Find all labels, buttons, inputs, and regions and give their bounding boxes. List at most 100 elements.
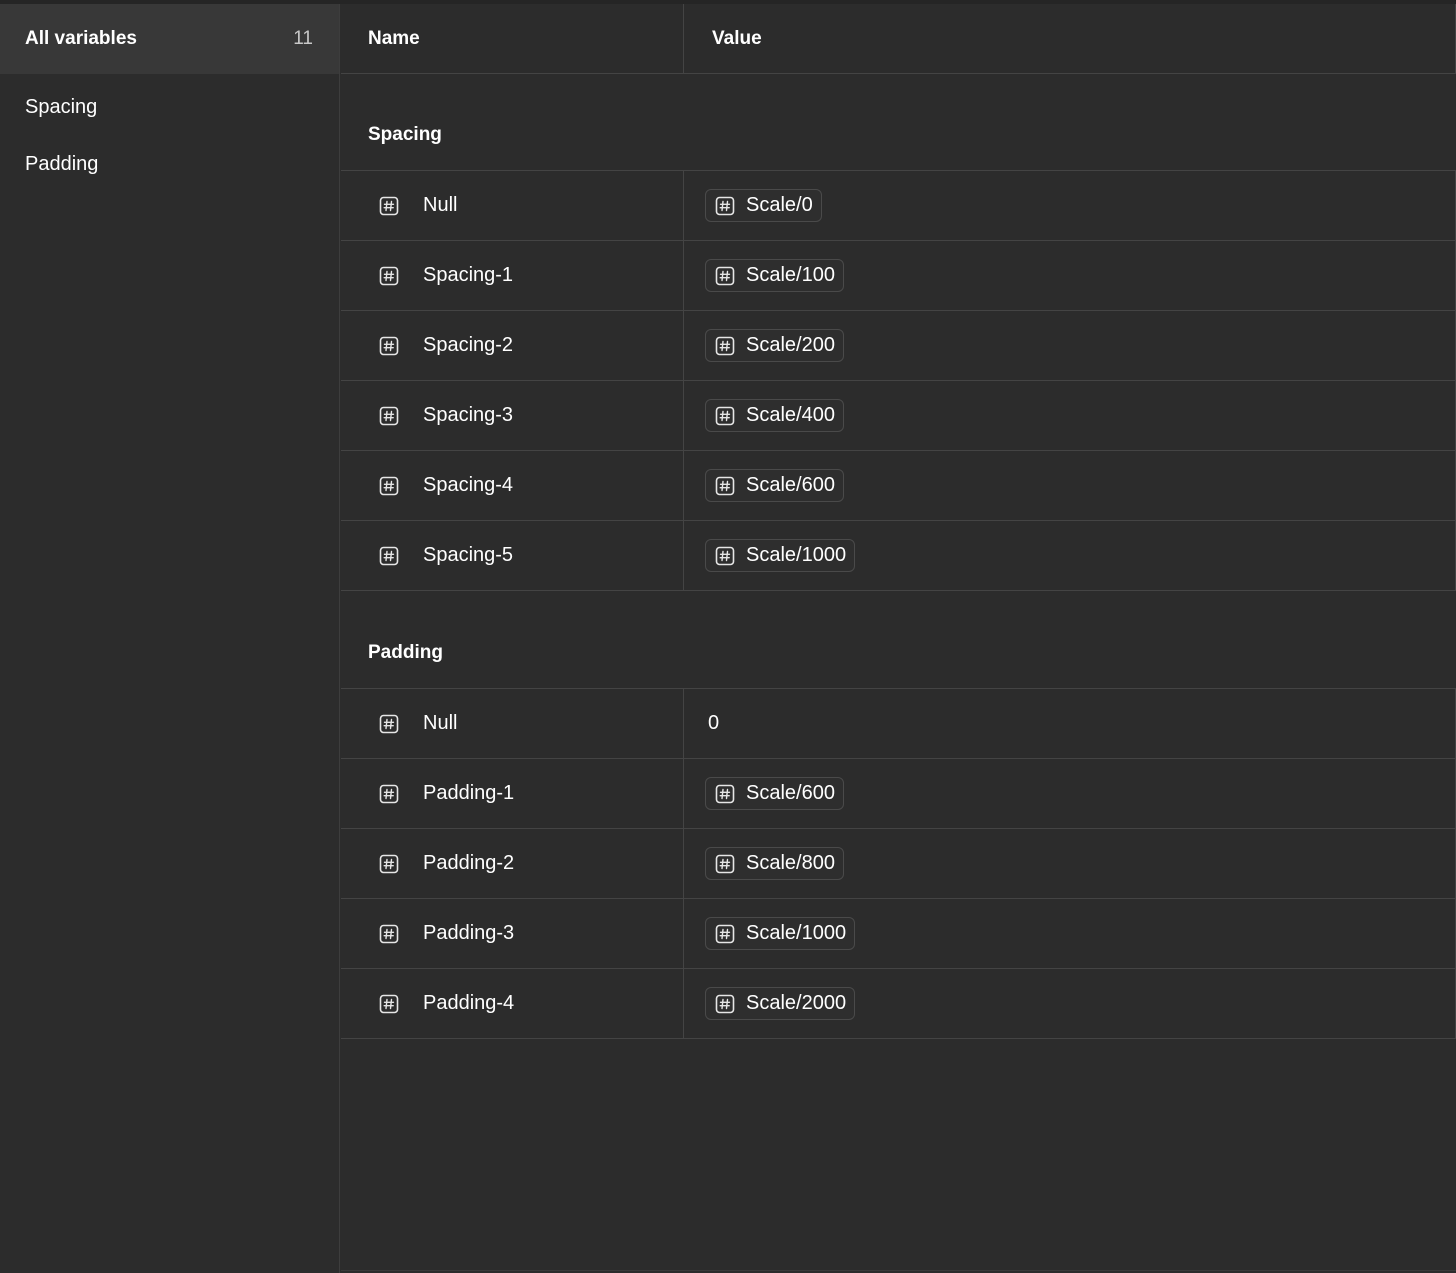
alias-pill[interactable]: Scale/1000 (705, 539, 856, 572)
name-cell[interactable]: Padding-2 (341, 829, 684, 898)
number-hash-icon (715, 924, 735, 944)
number-hash-icon (715, 784, 735, 804)
column-header-name[interactable]: Name (341, 4, 684, 73)
name-cell[interactable]: Spacing-5 (341, 521, 684, 590)
value-cell[interactable]: Scale/2000 (684, 969, 1456, 1038)
sidebar-item-padding[interactable]: Padding (0, 136, 339, 193)
alias-pill[interactable]: Scale/0 (705, 189, 822, 222)
value-cell[interactable]: Scale/1000 (684, 899, 1456, 968)
variable-count-badge: 11 (293, 28, 313, 49)
alias-value: Scale/1000 (746, 922, 847, 944)
number-hash-icon (378, 993, 399, 1014)
name-cell[interactable]: Spacing-3 (341, 381, 684, 450)
alias-value: Scale/2000 (746, 992, 847, 1014)
variable-name: Padding-2 (423, 852, 515, 874)
table-row[interactable]: Padding-1 Scale/600 (341, 759, 1456, 829)
variable-name: Padding-3 (423, 922, 515, 944)
number-hash-icon (378, 783, 399, 804)
table-row[interactable]: Spacing-5 Scale/1000 (341, 521, 1456, 591)
number-hash-icon (715, 546, 735, 566)
alias-value: Scale/800 (746, 852, 835, 874)
name-cell[interactable]: Spacing-4 (341, 451, 684, 520)
variables-table: Name Value Spacing Null Scale/0 Spacing-1 Sc… (341, 4, 1456, 1273)
column-header-value[interactable]: Value (684, 4, 1456, 73)
alias-value: Scale/600 (746, 782, 835, 804)
value-cell[interactable]: Scale/400 (684, 381, 1456, 450)
table-row[interactable]: Spacing-1 Scale/100 (341, 241, 1456, 311)
sidebar-item-label: All variables (25, 28, 137, 49)
number-hash-icon (378, 405, 399, 426)
alias-value: Scale/600 (746, 474, 835, 496)
number-hash-icon (715, 406, 735, 426)
number-hash-icon (378, 265, 399, 286)
number-hash-icon (715, 336, 735, 356)
value-cell[interactable]: Scale/200 (684, 311, 1456, 380)
number-hash-icon (715, 994, 735, 1014)
value-cell[interactable]: Scale/600 (684, 451, 1456, 520)
variable-name: Spacing-1 (423, 264, 514, 286)
number-hash-icon (378, 545, 399, 566)
name-cell[interactable]: Padding-1 (341, 759, 684, 828)
table-row[interactable]: Spacing-3 Scale/400 (341, 381, 1456, 451)
sidebar-item-all-variables[interactable]: All variables 11 (0, 4, 339, 74)
value-cell[interactable]: Scale/600 (684, 759, 1456, 828)
number-hash-icon (378, 713, 399, 734)
variable-name: Spacing-2 (423, 334, 514, 356)
table-row[interactable]: Null 0 (341, 689, 1456, 759)
number-hash-icon (378, 475, 399, 496)
alias-pill[interactable]: Scale/1000 (705, 917, 856, 950)
value-cell[interactable]: 0 (684, 689, 1456, 758)
alias-pill[interactable]: Scale/600 (705, 777, 844, 810)
alias-pill[interactable]: Scale/100 (705, 259, 844, 292)
number-hash-icon (378, 195, 399, 216)
variable-name: Spacing-4 (423, 474, 514, 496)
alias-value: Scale/0 (746, 194, 813, 216)
table-row[interactable]: Spacing-4 Scale/600 (341, 451, 1456, 521)
number-hash-icon (715, 854, 735, 874)
alias-value: Scale/200 (746, 334, 835, 356)
alias-pill[interactable]: Scale/400 (705, 399, 844, 432)
alias-value: Scale/1000 (746, 544, 847, 566)
name-cell[interactable]: Spacing-2 (341, 311, 684, 380)
alias-pill[interactable]: Scale/200 (705, 329, 844, 362)
name-cell[interactable]: Padding-3 (341, 899, 684, 968)
table-row[interactable]: Padding-2 Scale/800 (341, 829, 1456, 899)
number-hash-icon (378, 923, 399, 944)
variable-name: Spacing-5 (423, 544, 514, 566)
table-bottom-edge (341, 1270, 1456, 1271)
alias-value: Scale/100 (746, 264, 835, 286)
alias-pill[interactable]: Scale/2000 (705, 987, 856, 1020)
alias-value: Scale/400 (746, 404, 835, 426)
value-cell[interactable]: Scale/0 (684, 171, 1456, 240)
variable-name: Spacing-3 (423, 404, 514, 426)
name-cell[interactable]: Spacing-1 (341, 241, 684, 310)
name-cell[interactable]: Null (341, 171, 684, 240)
number-hash-icon (715, 266, 735, 286)
table-row[interactable]: Padding-4 Scale/2000 (341, 969, 1456, 1039)
variable-name: Padding-4 (423, 992, 515, 1014)
value-cell[interactable]: Scale/100 (684, 241, 1456, 310)
number-hash-icon (715, 476, 735, 496)
variable-name: Null (423, 194, 458, 216)
number-hash-icon (378, 853, 399, 874)
name-cell[interactable]: Null (341, 689, 684, 758)
name-cell[interactable]: Padding-4 (341, 969, 684, 1038)
table-row[interactable]: Padding-3 Scale/1000 (341, 899, 1456, 969)
number-hash-icon (715, 196, 735, 216)
table-row[interactable]: Null Scale/0 (341, 171, 1456, 241)
collections-sidebar: All variables 11 Spacing Padding (0, 4, 340, 1273)
alias-pill[interactable]: Scale/800 (705, 847, 844, 880)
table-row[interactable]: Spacing-2 Scale/200 (341, 311, 1456, 381)
table-body: Spacing Null Scale/0 Spacing-1 Scale/100 Spac… (341, 74, 1456, 1039)
number-hash-icon (378, 335, 399, 356)
raw-value: 0 (708, 712, 720, 734)
group-heading: Padding (341, 591, 1456, 689)
value-cell[interactable]: Scale/1000 (684, 521, 1456, 590)
variable-name: Padding-1 (423, 782, 515, 804)
group-heading: Spacing (341, 74, 1456, 171)
variable-name: Null (423, 712, 458, 734)
table-header: Name Value (341, 4, 1456, 74)
sidebar-item-spacing[interactable]: Spacing (0, 79, 339, 136)
value-cell[interactable]: Scale/800 (684, 829, 1456, 898)
alias-pill[interactable]: Scale/600 (705, 469, 844, 502)
